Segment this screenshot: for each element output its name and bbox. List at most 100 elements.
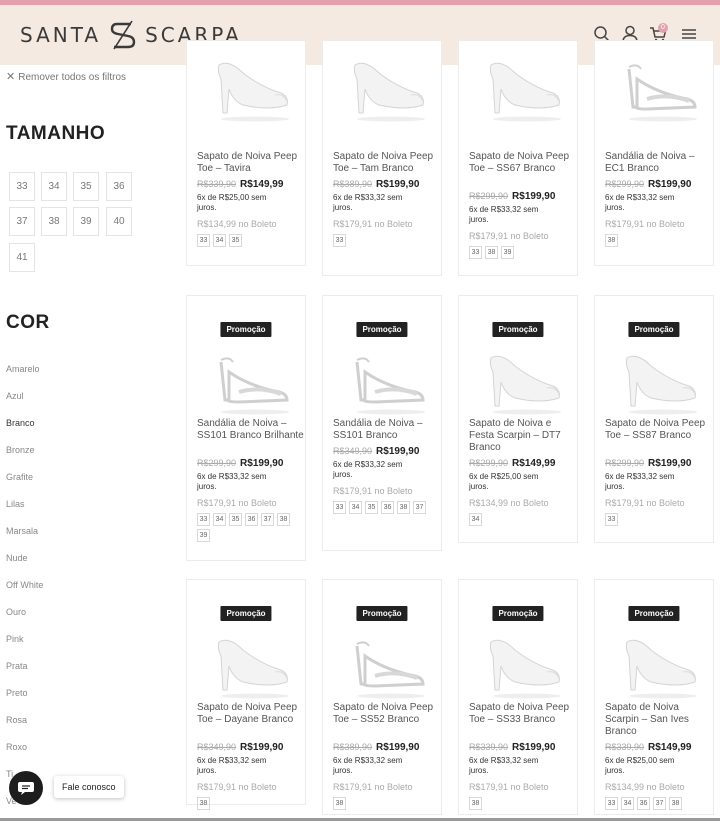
size-chip[interactable]: 38: [469, 797, 482, 810]
size-chip[interactable]: 36: [637, 797, 650, 810]
size-chip[interactable]: 34: [621, 797, 634, 810]
product-image[interactable]: [471, 342, 567, 420]
color-option-nude[interactable]: Nude: [6, 553, 28, 563]
product-card[interactable]: Promoção Sandália de Noiva – SS101 Branco…: [322, 295, 442, 551]
product-image[interactable]: [335, 626, 431, 704]
color-option-rosa[interactable]: Rosa: [6, 715, 27, 725]
size-option[interactable]: 36: [106, 172, 132, 201]
product-name[interactable]: Sapato de Noiva Scarpin – San Ives Branc…: [605, 702, 713, 738]
size-chip[interactable]: 34: [213, 234, 226, 247]
product-name[interactable]: Sapato de Noiva Peep Toe – SS67 Branco: [469, 151, 577, 175]
color-option-off-white[interactable]: Off White: [6, 580, 43, 590]
product-name[interactable]: Sandália de Noiva – SS101 Branco: [333, 418, 441, 442]
size-chip[interactable]: 33: [469, 246, 482, 259]
size-option[interactable]: 40: [106, 207, 132, 236]
size-chip[interactable]: 33: [605, 513, 618, 526]
product-name[interactable]: Sapato de Noiva Peep Toe – Dayane Branco: [197, 702, 305, 726]
product-image[interactable]: [199, 49, 295, 127]
old-price: R$339,90: [469, 742, 509, 752]
installment-text: 6x de R$33,32 sem juros.: [605, 193, 675, 212]
product-image[interactable]: [471, 49, 567, 127]
size-chip[interactable]: 38: [605, 234, 618, 247]
size-chip[interactable]: 35: [365, 501, 378, 514]
product-card[interactable]: Promoção Sapato de Noiva Peep Toe – SS33 …: [458, 579, 578, 815]
product-card[interactable]: Promoção Sapato de Noiva Peep Toe – Dayan…: [186, 579, 306, 810]
color-option-bronze[interactable]: Bronze: [6, 445, 35, 455]
color-option-preto[interactable]: Preto: [6, 688, 28, 698]
size-chip[interactable]: 38: [333, 797, 346, 810]
size-option[interactable]: 41: [9, 243, 35, 272]
product-name[interactable]: Sapato de Noiva e Festa Scarpin – DT7 Br…: [469, 418, 577, 454]
product-card[interactable]: Promoção Sapato de Noiva Peep Toe – SS52 …: [322, 579, 442, 815]
size-option[interactable]: 33: [9, 172, 35, 201]
product-card[interactable]: Promoção Sapato de Noiva Peep Toe – SS87 …: [594, 295, 714, 543]
size-chip[interactable]: 33: [197, 513, 210, 526]
size-chip[interactable]: 38: [197, 797, 210, 810]
product-name[interactable]: Sapato de Noiva Peep Toe – Tam Branco: [333, 151, 441, 175]
product-card[interactable]: Sapato de Noiva Peep Toe – SS67 Branco R$…: [458, 40, 578, 276]
size-chip[interactable]: 33: [333, 501, 346, 514]
product-card[interactable]: Promoção Sapato de Noiva Scarpin – San Iv…: [594, 579, 714, 815]
product-name[interactable]: Sapato de Noiva Peep Toe – SS87 Branco: [605, 418, 713, 442]
size-chip[interactable]: 37: [413, 501, 426, 514]
product-image[interactable]: [199, 626, 295, 704]
product-name[interactable]: Sapato de Noiva Peep Toe – SS52 Branco: [333, 702, 441, 726]
size-option[interactable]: 37: [9, 207, 35, 236]
product-card[interactable]: Sapato de Noiva Peep Toe – Tavira R$339,9…: [186, 40, 306, 266]
size-option[interactable]: 38: [41, 207, 67, 236]
chat-button[interactable]: [9, 771, 43, 805]
size-chip[interactable]: 35: [229, 234, 242, 247]
color-option-branco[interactable]: Branco: [6, 418, 35, 428]
size-chip[interactable]: 33: [197, 234, 210, 247]
size-chip[interactable]: 38: [485, 246, 498, 259]
size-chip[interactable]: 34: [469, 513, 482, 526]
color-option-lilas[interactable]: Lilas: [6, 499, 25, 509]
sale-price: R$149,99: [648, 742, 692, 753]
product-image[interactable]: [607, 342, 703, 420]
product-card[interactable]: Sapato de Noiva Peep Toe – Tam Branco R$3…: [322, 40, 442, 276]
size-chip[interactable]: 37: [653, 797, 666, 810]
product-image[interactable]: [335, 342, 431, 420]
color-option-marsala[interactable]: Marsala: [6, 526, 38, 536]
product-name[interactable]: Sapato de Noiva Peep Toe – Tavira: [197, 151, 305, 175]
color-option-roxo[interactable]: Roxo: [6, 742, 27, 752]
size-option[interactable]: 35: [73, 172, 99, 201]
size-chip[interactable]: 37: [261, 513, 274, 526]
size-chip[interactable]: 36: [381, 501, 394, 514]
product-name[interactable]: Sandália de Noiva – EC1 Branco: [605, 151, 713, 175]
color-option-pink[interactable]: Pink: [6, 634, 24, 644]
size-chip[interactable]: 39: [197, 529, 210, 542]
chat-label[interactable]: Fale conosco: [54, 776, 124, 798]
product-image[interactable]: [199, 342, 295, 420]
product-card[interactable]: Promoção Sapato de Noiva e Festa Scarpin …: [458, 295, 578, 543]
product-image[interactable]: [607, 49, 703, 127]
size-chip[interactable]: 36: [245, 513, 258, 526]
size-chip[interactable]: 33: [333, 234, 346, 247]
size-option[interactable]: 39: [73, 207, 99, 236]
color-option-grafite[interactable]: Grafite: [6, 472, 33, 482]
color-option-amarelo[interactable]: Amarelo: [6, 364, 40, 374]
size-chip[interactable]: 38: [397, 501, 410, 514]
product-name[interactable]: Sapato de Noiva Peep Toe – SS33 Branco: [469, 702, 577, 726]
size-chip[interactable]: 34: [349, 501, 362, 514]
size-chip[interactable]: 34: [213, 513, 226, 526]
product-card[interactable]: Promoção Sandália de Noiva – SS101 Branco…: [186, 295, 306, 561]
product-card[interactable]: Sandália de Noiva – EC1 Branco R$299,90 R$…: [594, 40, 714, 266]
product-image[interactable]: [471, 626, 567, 704]
size-chip[interactable]: 38: [669, 797, 682, 810]
size-chip[interactable]: 35: [229, 513, 242, 526]
size-chip[interactable]: 33: [605, 797, 618, 810]
price-row: R$389,90 R$199,90: [333, 179, 443, 190]
remove-all-filters-link[interactable]: ✕ Remover todos os filtros: [6, 70, 126, 83]
product-image[interactable]: [607, 626, 703, 704]
size-chip[interactable]: 38: [277, 513, 290, 526]
color-option-ouro[interactable]: Ouro: [6, 607, 26, 617]
product-name[interactable]: Sandália de Noiva – SS101 Branco Brilhan…: [197, 418, 305, 442]
product-image[interactable]: [335, 49, 431, 127]
color-option-prata[interactable]: Prata: [6, 661, 28, 671]
boleto-price: R$134,99 no Boleto: [605, 782, 685, 792]
size-option[interactable]: 34: [41, 172, 67, 201]
size-chip[interactable]: 39: [501, 246, 514, 259]
color-option-azul[interactable]: Azul: [6, 391, 24, 401]
old-price: R$299,90: [469, 458, 509, 468]
